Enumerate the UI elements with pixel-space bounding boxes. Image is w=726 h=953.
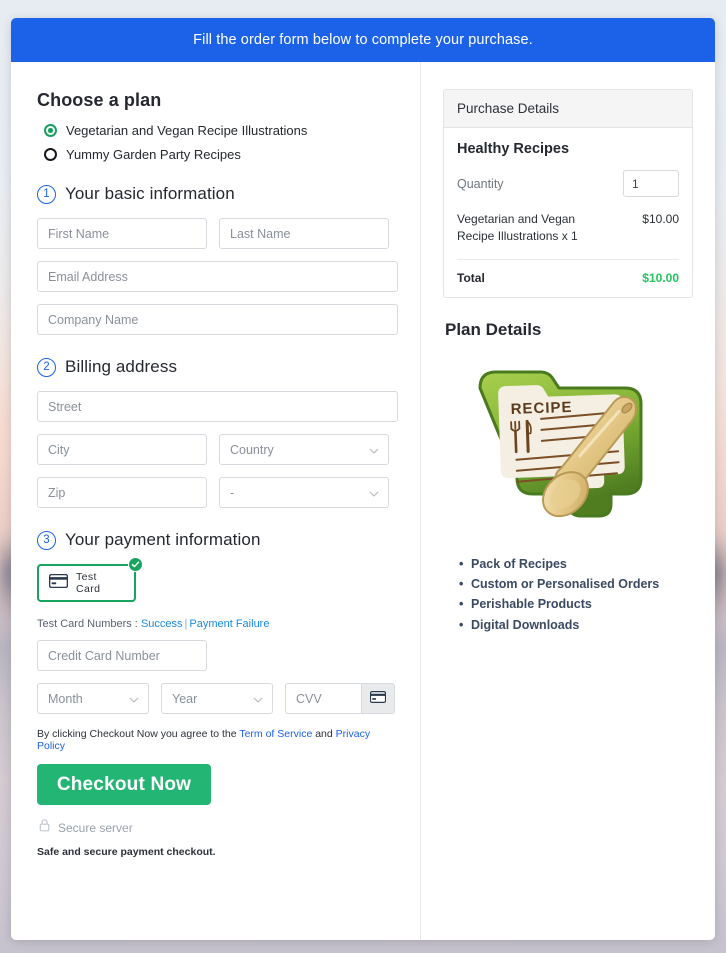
purchase-details-heading: Purchase Details xyxy=(444,90,692,128)
line-item-amount: $10.00 xyxy=(642,212,679,226)
zip-input[interactable]: Zip xyxy=(37,477,207,508)
cvv-group: CVV xyxy=(285,683,395,714)
purchase-details-body: Healthy Recipes Quantity 1 Vegetarian an… xyxy=(444,128,692,297)
total-label: Total xyxy=(457,270,485,285)
choose-plan-heading: Choose a plan xyxy=(37,90,162,110)
quantity-input[interactable]: 1 xyxy=(623,170,679,197)
state-select-value: - xyxy=(230,485,235,500)
terms-and: and xyxy=(315,728,333,740)
cvv-help-button[interactable] xyxy=(361,683,395,714)
step-number-badge: 2 xyxy=(37,357,56,377)
step-label: Your basic information xyxy=(65,184,235,203)
plan-feature-item: Perishable Products xyxy=(459,594,693,615)
terms-of-service-link[interactable]: Term of Service xyxy=(239,728,312,740)
street-row: Street xyxy=(37,391,398,422)
credit-card-number-input[interactable]: Credit Card Number xyxy=(37,640,207,671)
step-payment-information: 3 Your payment information xyxy=(37,530,398,550)
plan-option-yummy-garden[interactable]: Yummy Garden Party Recipes xyxy=(37,147,398,162)
step-number-badge: 3 xyxy=(37,530,56,550)
city-input[interactable]: City xyxy=(37,434,207,465)
street-input[interactable]: Street xyxy=(37,391,398,422)
plan-feature-item: Digital Downloads xyxy=(459,615,693,636)
city-country-row: City Country xyxy=(37,434,398,465)
secure-server-note: Secure server xyxy=(39,819,398,837)
credit-card-row: Credit Card Number xyxy=(37,640,398,671)
zip-state-row: Zip - xyxy=(37,477,398,508)
test-card-numbers: Test Card Numbers : Success | Payment Fail… xyxy=(37,618,398,630)
check-circle-icon xyxy=(128,557,143,572)
country-select[interactable]: Country xyxy=(219,434,389,465)
order-line-item: Vegetarian and Vegan Recipe Illustration… xyxy=(457,211,679,260)
company-name-input[interactable]: Company Name xyxy=(37,304,398,335)
svg-text:RECIPE: RECIPE xyxy=(510,399,572,418)
expiry-year-select[interactable]: Year xyxy=(161,683,273,714)
step-billing-address: 2 Billing address xyxy=(37,357,398,377)
credit-card-icon xyxy=(369,690,387,708)
plan-option-label: Yummy Garden Party Recipes xyxy=(66,147,241,162)
lock-icon xyxy=(39,819,50,837)
quantity-label: Quantity xyxy=(457,176,504,191)
plan-feature-item: Pack of Recipes xyxy=(459,554,693,575)
line-item-description: Vegetarian and Vegan Recipe Illustration… xyxy=(457,212,578,244)
email-input[interactable]: Email Address xyxy=(37,261,398,292)
chevron-down-icon xyxy=(369,446,379,454)
company-row: Company Name xyxy=(37,304,398,335)
order-total-row: Total $10.00 xyxy=(457,260,679,285)
cvv-input[interactable]: CVV xyxy=(285,683,361,714)
total-amount: $10.00 xyxy=(642,270,679,285)
chevron-down-icon xyxy=(369,489,379,497)
step-basic-information: 1 Your basic information xyxy=(37,184,398,204)
checkout-card: Fill the order form below to complete yo… xyxy=(11,18,715,940)
plan-option-label: Vegetarian and Vegan Recipe Illustration… xyxy=(66,123,308,138)
plan-option-vegetarian[interactable]: Vegetarian and Vegan Recipe Illustration… xyxy=(37,123,398,138)
email-row: Email Address xyxy=(37,261,398,292)
state-select[interactable]: - xyxy=(219,477,389,508)
order-form-column: Choose a plan Vegetarian and Vegan Recip… xyxy=(11,62,421,940)
secure-server-text: Secure server xyxy=(58,821,133,835)
summary-column: Purchase Details Healthy Recipes Quantit… xyxy=(421,62,715,940)
step-label: Billing address xyxy=(65,357,178,376)
checkout-now-button[interactable]: Checkout Now xyxy=(37,764,211,805)
purchase-details-panel: Purchase Details Healthy Recipes Quantit… xyxy=(443,89,693,298)
page-banner: Fill the order form below to complete yo… xyxy=(11,18,715,62)
payment-failure-card-link[interactable]: Payment Failure xyxy=(189,618,269,630)
expiry-cvv-row: Month Year CVV xyxy=(37,683,398,714)
plan-details-heading: Plan Details xyxy=(445,319,542,339)
step-label: Your payment information xyxy=(65,530,261,549)
success-card-link[interactable]: Success xyxy=(141,618,183,630)
credit-card-icon xyxy=(48,573,69,593)
first-name-input[interactable]: First Name xyxy=(37,218,207,249)
terms-notice: By clicking Checkout Now you agree to th… xyxy=(37,728,398,752)
plan-feature-item: Custom or Personalised Orders xyxy=(459,574,693,595)
plan-features-list: Pack of Recipes Custom or Personalised O… xyxy=(443,554,693,635)
expiry-year-value: Year xyxy=(172,691,198,706)
name-row: First Name Last Name xyxy=(37,218,398,249)
recipe-card-illustration: RECIPE xyxy=(443,354,693,544)
payment-method-test-card[interactable]: Test Card xyxy=(37,557,143,602)
step-number-badge: 1 xyxy=(37,184,56,204)
payment-method-label: Test Card xyxy=(76,571,101,595)
test-card-prefix: Test Card Numbers : xyxy=(37,618,138,630)
radio-selected-icon[interactable] xyxy=(44,124,57,137)
expiry-month-select[interactable]: Month xyxy=(37,683,149,714)
product-title: Healthy Recipes xyxy=(457,141,570,157)
last-name-input[interactable]: Last Name xyxy=(219,218,389,249)
safe-checkout-note: Safe and secure payment checkout. xyxy=(37,846,216,858)
country-select-value: Country xyxy=(230,442,274,457)
radio-unselected-icon[interactable] xyxy=(44,148,57,161)
quantity-row: Quantity 1 xyxy=(457,170,679,197)
chevron-down-icon xyxy=(129,695,139,703)
checkout-body: Choose a plan Vegetarian and Vegan Recip… xyxy=(11,62,715,940)
chevron-down-icon xyxy=(253,695,263,703)
expiry-month-value: Month xyxy=(48,691,83,706)
terms-prefix: By clicking Checkout Now you agree to th… xyxy=(37,728,237,740)
